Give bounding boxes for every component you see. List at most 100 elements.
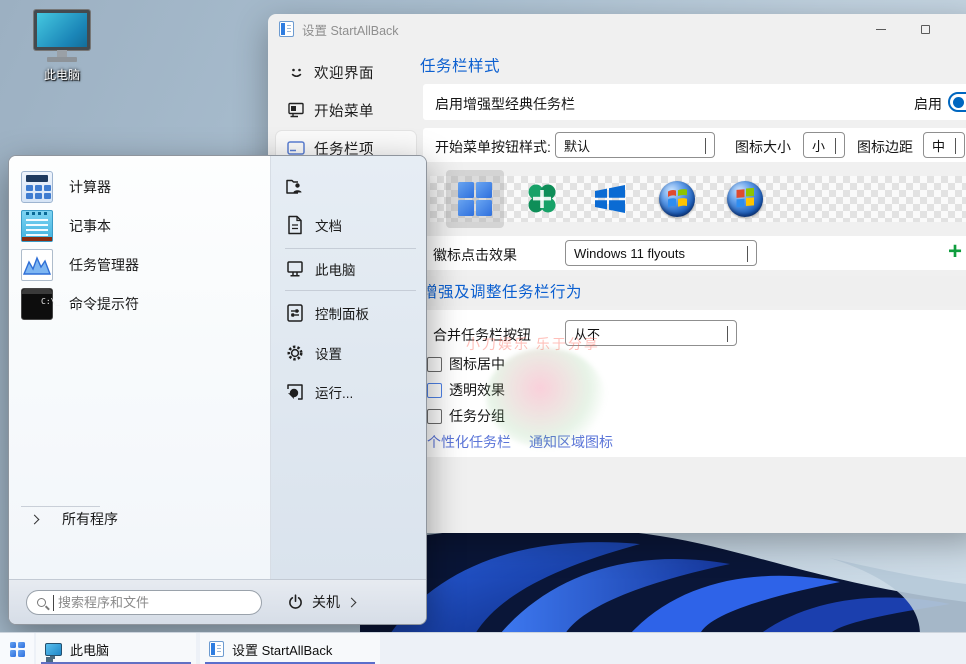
link-notification-area-icons[interactable]: 通知区域图标 [529,432,613,452]
command-prompt-icon: C:\_ [21,288,53,320]
orb-option-windows-11[interactable] [455,179,495,219]
start-menu-bottom-bar: 关机 [9,579,426,624]
orb-style-value: 默认 [564,136,590,155]
place-item-settings[interactable]: 设置 [279,340,420,366]
toggle-knob [953,97,964,108]
taskbar-button-this-pc[interactable]: 此电脑 [36,633,196,664]
start-menu-places-panel: 文档 此电脑 控制面板 设置 [271,156,426,579]
taskbar-button-label: 设置 StartAllBack [232,640,332,659]
orb-option-windows-10[interactable] [590,179,630,219]
start-button[interactable] [0,633,34,664]
notepad-icon [21,210,53,242]
checkbox-label: 图标居中 [449,354,505,374]
program-label: 记事本 [69,216,111,236]
add-effect-button[interactable]: + [948,242,962,262]
chevron-down-icon [705,138,706,154]
checkbox-row-center-icons[interactable]: 图标居中 [427,354,505,374]
orb-option-windows-7[interactable] [657,179,697,219]
combine-value: 从不 [574,324,600,343]
taskbar-button-startallback[interactable]: 设置 StartAllBack [200,633,380,664]
program-item-notepad[interactable]: 记事本 [15,208,264,244]
windows-10-logo-icon [592,181,628,217]
place-item-control-panel[interactable]: 控制面板 [279,300,420,326]
windows-11-logo-icon [458,182,492,216]
sidebar-item-start-menu[interactable]: 开始菜单 [276,93,416,127]
this-pc-icon [16,10,108,62]
computer-icon [285,259,305,279]
all-programs-button[interactable]: 所有程序 [9,507,118,531]
orb-click-label: 徽标点击效果 [433,245,517,265]
settings-content: 任务栏样式 启用增强型经典任务栏 启用 开始菜单按钮样式: 默认 图标大小 小 [420,44,966,533]
section-band: 增强及调整任务栏行为 [420,276,966,306]
maximize-icon [921,25,930,34]
orb-style-dropdown[interactable]: 默认 [555,132,715,158]
enable-toggle[interactable] [948,92,966,112]
orb-style-label: 开始菜单按钮样式: [435,137,551,157]
icon-size-dropdown[interactable]: 小 [803,132,845,158]
place-item-run[interactable]: 运行... [279,379,420,405]
orb-click-row: 徽标点击效果 Windows 11 flyouts + [423,236,966,270]
place-item-user-folder[interactable] [279,174,420,200]
windows-vista-orb-icon [727,181,763,217]
taskbar: 此电脑 设置 StartAllBack [0,632,966,664]
taskbar-item-icon [286,141,306,155]
run-icon [285,382,305,402]
shutdown-button[interactable]: 关机 [287,589,355,615]
divider [285,248,416,249]
start-menu-icon [286,101,306,119]
place-label: 此电脑 [315,259,356,279]
calculator-icon [21,171,53,203]
search-input[interactable] [53,595,233,611]
smiley-icon [286,64,306,81]
maximize-button[interactable] [903,14,947,44]
checkbox-icon[interactable] [427,409,442,424]
window-title: 设置 StartAllBack [302,20,399,39]
enable-label: 启用增强型经典任务栏 [435,94,575,114]
desktop-icon-label: 此电脑 [16,66,108,83]
checkbox-label: 透明效果 [449,380,505,400]
power-icon [287,594,304,611]
start-menu-programs-panel: 计算器 记事本 任务管理器 C:\_ 命令提示符 [9,156,271,579]
desktop-icon-this-pc[interactable]: 此电脑 [16,10,108,83]
window-titlebar[interactable]: 设置 StartAllBack [268,14,966,44]
control-panel-icon [285,303,305,323]
program-item-task-manager[interactable]: 任务管理器 [15,247,264,283]
minimize-button[interactable] [859,14,903,44]
divider [285,290,416,291]
sidebar-item-welcome[interactable]: 欢迎界面 [276,55,416,89]
search-box[interactable] [26,590,262,615]
this-pc-taskbar-icon [45,643,62,656]
all-programs-label: 所有程序 [62,509,118,529]
icon-size-label: 图标大小 [735,137,791,157]
checkbox-icon[interactable] [427,383,442,398]
orb-click-dropdown[interactable]: Windows 11 flyouts [565,240,757,266]
checkbox-row-transparency[interactable]: 透明效果 [427,380,505,400]
chevron-down-icon [955,138,956,154]
desktop: 此电脑 设置 StartAllBack 欢迎界面 开始菜单 任务栏项 [0,0,966,664]
icon-margin-dropdown[interactable]: 中 [923,132,965,158]
combine-label: 合并任务栏按钮 [433,325,531,345]
program-item-calculator[interactable]: 计算器 [15,169,264,205]
taskbar-button-label: 此电脑 [70,640,109,659]
place-label: 文档 [315,215,342,235]
link-personalize-taskbar[interactable]: 个性化任务栏 [427,432,511,452]
checkbox-icon[interactable] [427,357,442,372]
checkbox-row-task-grouping[interactable]: 任务分组 [427,406,505,426]
checkbox-label: 任务分组 [449,406,505,426]
orb-option-windows-vista[interactable] [725,179,765,219]
user-folder-icon [285,177,305,197]
section-title-taskbar-style: 任务栏样式 [420,54,500,76]
place-label: 设置 [315,343,342,363]
place-item-this-pc[interactable]: 此电脑 [279,256,420,282]
chevron-down-icon [727,326,728,342]
place-label: 控制面板 [315,303,369,323]
place-item-documents[interactable]: 文档 [279,212,420,238]
orb-option-clover[interactable] [522,179,562,219]
shutdown-label: 关机 [312,592,340,612]
program-item-command-prompt[interactable]: C:\_ 命令提示符 [15,286,264,322]
orb-style-row: 开始菜单按钮样式: 默认 图标大小 小 图标边距 中 [423,128,966,162]
combine-dropdown[interactable]: 从不 [565,320,737,346]
startallback-taskbar-icon [209,641,224,657]
search-icon [37,598,46,607]
windows-start-icon [10,642,25,657]
